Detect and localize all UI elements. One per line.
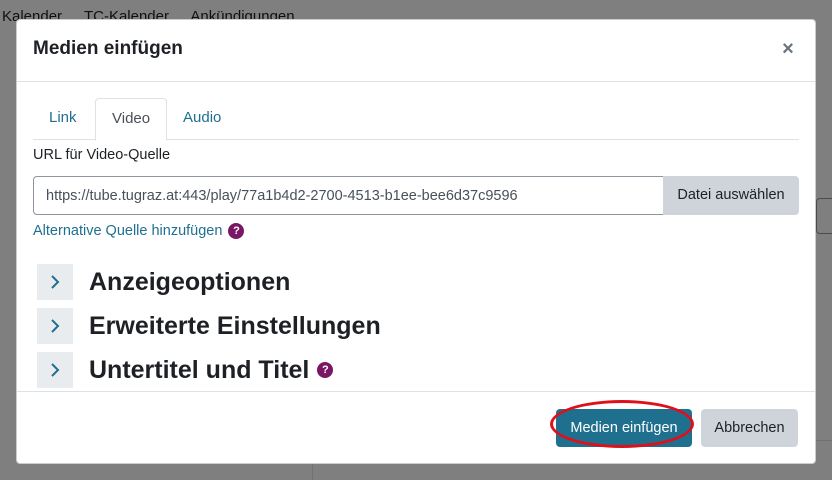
section-subtitles-titles[interactable]: Untertitel und Titel ?: [37, 352, 334, 388]
dialog-footer: Medien einfügen Abbrechen: [17, 391, 815, 463]
insert-media-dialog: Medien einfügen × Link Video Audio URL f…: [16, 19, 816, 464]
dialog-title: Medien einfügen: [33, 38, 183, 59]
url-field-label: URL für Video-Quelle: [33, 147, 171, 163]
chevron-right-icon[interactable]: [37, 264, 73, 300]
media-tabs: Link Video Audio: [33, 98, 799, 141]
insert-media-button[interactable]: Medien einfügen: [556, 409, 692, 447]
section-label: Untertitel und Titel ?: [89, 355, 334, 385]
section-label: Erweiterte Einstellungen: [89, 312, 381, 341]
section-title: Anzeigeoptionen: [89, 267, 291, 296]
section-title: Erweiterte Einstellungen: [89, 311, 381, 340]
video-url-input[interactable]: [33, 176, 664, 215]
tab-audio[interactable]: Audio: [167, 98, 237, 140]
url-input-group: Datei auswählen: [33, 176, 799, 215]
chevron-right-icon[interactable]: [37, 352, 73, 388]
close-icon[interactable]: ×: [777, 37, 799, 61]
add-alternative-source-label: Alternative Quelle hinzufügen: [33, 223, 223, 239]
section-label: Anzeigeoptionen: [89, 268, 290, 297]
tab-link[interactable]: Link: [33, 98, 93, 140]
tab-video[interactable]: Video: [95, 98, 168, 141]
add-alternative-source-link[interactable]: Alternative Quelle hinzufügen ?: [33, 223, 245, 239]
section-display-options[interactable]: Anzeigeoptionen: [37, 264, 290, 300]
chevron-right-icon[interactable]: [37, 308, 73, 344]
dialog-header: Medien einfügen ×: [17, 20, 815, 82]
cancel-button[interactable]: Abbrechen: [701, 409, 798, 447]
section-title: Untertitel und Titel: [89, 355, 310, 384]
help-icon[interactable]: ?: [228, 223, 245, 239]
section-advanced-settings[interactable]: Erweiterte Einstellungen: [37, 308, 381, 344]
help-icon[interactable]: ?: [317, 362, 334, 378]
choose-file-button[interactable]: Datei auswählen: [663, 176, 799, 215]
dialog-body: Link Video Audio URL für Video-Quelle Da…: [33, 83, 799, 393]
